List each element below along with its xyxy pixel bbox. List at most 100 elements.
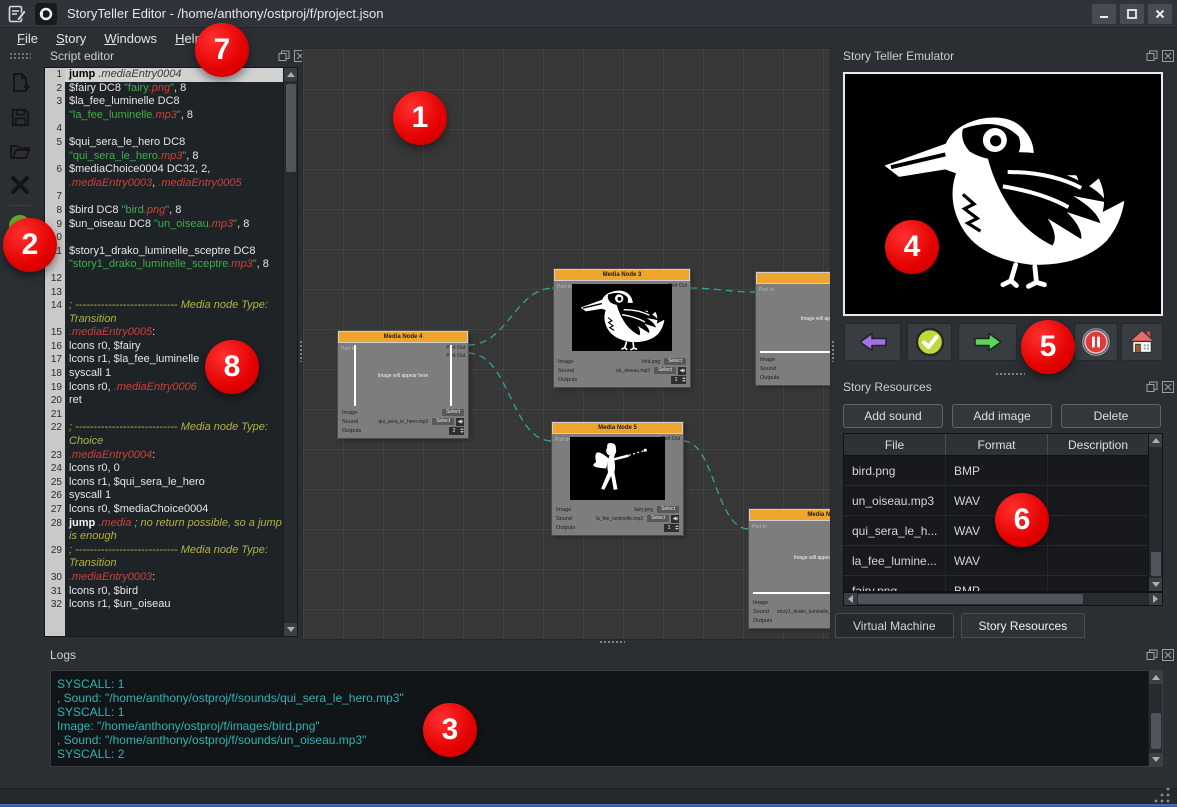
tab-story-resources[interactable]: Story Resources xyxy=(961,613,1086,638)
column-header-description[interactable]: Description xyxy=(1048,434,1149,455)
select-sound-button[interactable]: Select xyxy=(654,367,676,374)
media-node-clipped[interactable]: Media Node Port In Image will appear her… xyxy=(756,272,831,385)
code-line[interactable]: 11$story1_drako_luminelle_sceptre DC8 "s… xyxy=(45,245,284,272)
code-line[interactable]: 2$fairy DC8 "fairy.png", 8 xyxy=(45,82,284,96)
resize-grip-icon[interactable] xyxy=(1153,786,1171,804)
scroll-right-icon[interactable] xyxy=(1149,593,1162,605)
media-node-5[interactable]: Media Node 5 Port In Port Out Image fair… xyxy=(552,422,683,535)
code-line[interactable]: 4 xyxy=(45,122,284,136)
code-line[interactable]: 10 xyxy=(45,231,284,245)
tab-virtual-machine[interactable]: Virtual Machine xyxy=(835,613,954,638)
node-title[interactable]: Media Node 4 xyxy=(338,331,468,343)
code-line[interactable]: 1jump .mediaEntry0004 xyxy=(45,68,284,82)
table-row[interactable]: la_fee_lumine...WAV xyxy=(844,546,1162,576)
select-sound-button[interactable]: Select xyxy=(647,515,669,522)
code-line[interactable]: 22; ---------------------------- Media n… xyxy=(45,421,284,448)
code-line[interactable]: 6$mediaChoice0004 DC32, 2, .mediaEntry00… xyxy=(45,163,284,190)
select-image-button[interactable]: Select xyxy=(657,506,679,513)
splitter-handle[interactable] xyxy=(299,340,304,362)
scrollbar-thumb[interactable] xyxy=(858,594,1083,604)
code-line[interactable]: 3$la_fee_luminelle DC8 "la_fee_luminelle… xyxy=(45,95,284,122)
logs-output[interactable]: SYSCALL: 1, Sound: "/home/anthony/ostpro… xyxy=(50,670,1163,767)
script-editor-scrollbar[interactable] xyxy=(283,68,297,636)
scroll-up-icon[interactable] xyxy=(1149,671,1163,684)
code-line[interactable]: 31lcons r0, $bird xyxy=(45,585,284,599)
float-panel-icon[interactable] xyxy=(278,50,290,62)
logs-scrollbar[interactable] xyxy=(1148,671,1162,766)
select-image-button[interactable]: Select xyxy=(442,409,464,416)
close-project-button[interactable] xyxy=(6,171,34,199)
home-button[interactable] xyxy=(1121,323,1163,361)
column-header-file[interactable]: File xyxy=(844,434,946,455)
code-line[interactable]: 12 xyxy=(45,272,284,286)
minimize-button[interactable] xyxy=(1092,4,1116,24)
open-button[interactable] xyxy=(6,137,34,165)
close-window-button[interactable] xyxy=(1148,4,1172,24)
scrollbar-thumb[interactable] xyxy=(1151,552,1161,576)
play-sound-button[interactable] xyxy=(456,418,464,426)
play-sound-button[interactable] xyxy=(678,367,686,375)
code-line[interactable]: 9$un_oiseau DC8 "un_oiseau.mp3", 8 xyxy=(45,218,284,232)
node-title[interactable]: Media Node 5 xyxy=(552,422,683,434)
code-line[interactable]: 5$qui_sera_le_hero DC8 "qui_sera_le_hero… xyxy=(45,136,284,163)
port-in-label[interactable]: Port In xyxy=(555,437,570,443)
media-node-4[interactable]: Media Node 4 Port In Port Out Port Out I… xyxy=(338,331,468,438)
code-line[interactable]: 7 xyxy=(45,190,284,204)
node-title[interactable]: Media Node 6 xyxy=(749,509,831,521)
media-node-6[interactable]: Media Node 6 Port In Image will appear h… xyxy=(749,509,831,628)
ok-button[interactable] xyxy=(907,323,952,361)
node-title[interactable]: Media Node 3 xyxy=(554,269,690,281)
scroll-down-icon[interactable] xyxy=(1149,753,1163,766)
code-line[interactable]: 23.mediaEntry0004: xyxy=(45,449,284,463)
node-graph-canvas[interactable]: Media Node 4 Port In Port Out Port Out I… xyxy=(302,48,831,640)
menu-item-file[interactable]: File xyxy=(8,30,47,47)
outputs-stepper[interactable]: 1 xyxy=(671,376,686,384)
play-sound-button[interactable] xyxy=(671,515,679,523)
scroll-up-icon[interactable] xyxy=(1149,434,1162,447)
code-line[interactable]: 30.mediaEntry0003: xyxy=(45,571,284,585)
table-row[interactable]: fairy.pngBMP xyxy=(844,576,1162,592)
scroll-down-icon[interactable] xyxy=(1149,578,1162,591)
code-line[interactable]: 26syscall 1 xyxy=(45,489,284,503)
forward-button[interactable] xyxy=(958,323,1017,361)
code-line[interactable]: 32lcons r1, $un_oiseau xyxy=(45,598,284,612)
code-line[interactable]: 25lcons r1, $qui_sera_le_hero xyxy=(45,476,284,490)
new-file-button[interactable] xyxy=(6,69,34,97)
port-in-label[interactable]: Port In xyxy=(557,284,572,290)
scrollbar-thumb[interactable] xyxy=(1151,713,1161,749)
select-image-button[interactable]: Select xyxy=(664,358,686,365)
outputs-stepper[interactable]: 2 xyxy=(449,427,464,435)
menu-item-windows[interactable]: Windows xyxy=(95,30,166,47)
scroll-up-icon[interactable] xyxy=(284,68,298,81)
back-button[interactable] xyxy=(844,323,901,361)
code-line[interactable]: 15.mediaEntry0005: xyxy=(45,326,284,340)
scrollbar-thumb[interactable] xyxy=(286,84,296,172)
code-line[interactable]: 13 xyxy=(45,286,284,300)
select-sound-button[interactable]: Select xyxy=(432,418,454,425)
save-button[interactable] xyxy=(6,103,34,131)
close-panel-icon[interactable] xyxy=(1162,50,1174,62)
splitter-handle[interactable] xyxy=(599,640,625,645)
code-line[interactable]: 29; ---------------------------- Media n… xyxy=(45,544,284,571)
code-line[interactable]: 20ret xyxy=(45,394,284,408)
scroll-down-icon[interactable] xyxy=(284,623,298,636)
node-title[interactable]: Media Node xyxy=(756,272,831,284)
table-horizontal-scrollbar[interactable] xyxy=(843,592,1163,606)
table-vertical-scrollbar[interactable] xyxy=(1148,433,1163,592)
outputs-stepper[interactable]: 1 xyxy=(664,524,679,532)
menu-item-story[interactable]: Story xyxy=(47,30,95,47)
float-panel-icon[interactable] xyxy=(1146,381,1158,393)
toolbar-drag-handle[interactable] xyxy=(9,52,31,59)
close-panel-icon[interactable] xyxy=(1162,649,1174,661)
add-sound-button[interactable]: Add sound xyxy=(843,404,943,428)
maximize-button[interactable] xyxy=(1120,4,1144,24)
column-header-format[interactable]: Format xyxy=(946,434,1048,455)
code-line[interactable]: 8$bird DC8 "bird.png", 8 xyxy=(45,204,284,218)
code-line[interactable]: 27lcons r0, $mediaChoice0004 xyxy=(45,503,284,517)
pause-button[interactable] xyxy=(1074,323,1118,361)
add-image-button[interactable]: Add image xyxy=(952,404,1052,428)
script-editor[interactable]: 1jump .mediaEntry00042$fairy DC8 "fairy.… xyxy=(44,67,298,637)
float-panel-icon[interactable] xyxy=(1146,50,1158,62)
close-panel-icon[interactable] xyxy=(1162,381,1174,393)
code-line[interactable]: 24lcons r0, 0 xyxy=(45,462,284,476)
